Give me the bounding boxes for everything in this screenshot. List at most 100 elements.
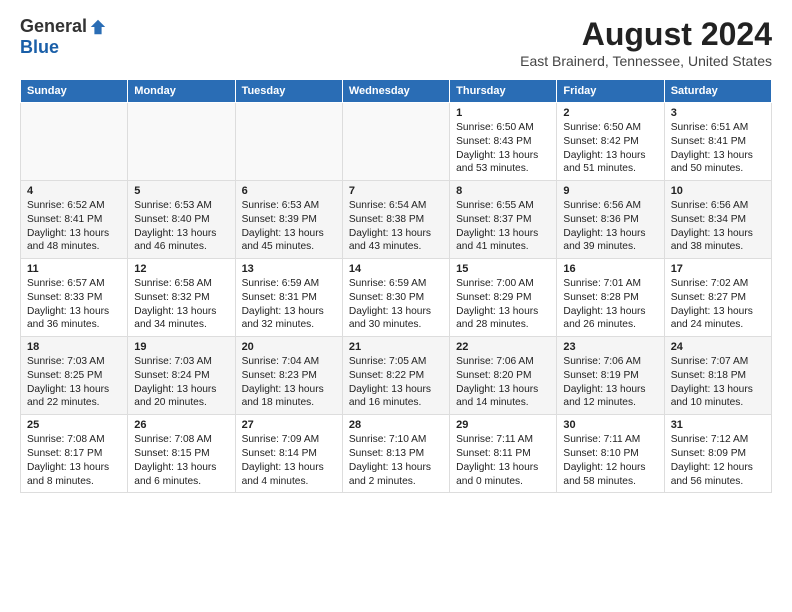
cell-text: Sunrise: 6:54 AM <box>349 199 443 213</box>
calendar-cell: 13Sunrise: 6:59 AMSunset: 8:31 PMDayligh… <box>235 259 342 337</box>
cell-text: Daylight: 12 hours <box>671 461 765 475</box>
cell-text: and 18 minutes. <box>242 396 336 410</box>
page: General Blue August 2024 East Brainerd, … <box>0 0 792 612</box>
cell-text: Daylight: 13 hours <box>456 149 550 163</box>
day-number: 31 <box>671 419 765 431</box>
calendar-cell: 7Sunrise: 6:54 AMSunset: 8:38 PMDaylight… <box>342 181 449 259</box>
cell-text: and 51 minutes. <box>563 162 657 176</box>
cell-text: Sunset: 8:25 PM <box>27 369 121 383</box>
cell-text: Daylight: 13 hours <box>563 149 657 163</box>
calendar-cell: 14Sunrise: 6:59 AMSunset: 8:30 PMDayligh… <box>342 259 449 337</box>
col-thursday: Thursday <box>450 80 557 103</box>
cell-text: Daylight: 13 hours <box>134 383 228 397</box>
cell-text: Sunset: 8:22 PM <box>349 369 443 383</box>
cell-text: Sunset: 8:28 PM <box>563 291 657 305</box>
cell-text: Sunrise: 6:59 AM <box>349 277 443 291</box>
day-number: 20 <box>242 341 336 353</box>
logo-general-text: General <box>20 16 87 37</box>
calendar-cell: 25Sunrise: 7:08 AMSunset: 8:17 PMDayligh… <box>21 415 128 493</box>
calendar-cell: 1Sunrise: 6:50 AMSunset: 8:43 PMDaylight… <box>450 103 557 181</box>
day-number: 19 <box>134 341 228 353</box>
calendar-cell: 9Sunrise: 6:56 AMSunset: 8:36 PMDaylight… <box>557 181 664 259</box>
calendar-cell: 8Sunrise: 6:55 AMSunset: 8:37 PMDaylight… <box>450 181 557 259</box>
calendar-cell: 24Sunrise: 7:07 AMSunset: 8:18 PMDayligh… <box>664 337 771 415</box>
cell-text: Daylight: 13 hours <box>242 227 336 241</box>
cell-text: Daylight: 13 hours <box>134 227 228 241</box>
cell-text: Daylight: 12 hours <box>563 461 657 475</box>
cell-text: Sunrise: 7:03 AM <box>27 355 121 369</box>
cell-text: Daylight: 13 hours <box>349 383 443 397</box>
calendar-cell <box>235 103 342 181</box>
cell-text: Sunset: 8:41 PM <box>671 135 765 149</box>
cell-text: Daylight: 13 hours <box>671 383 765 397</box>
day-number: 13 <box>242 263 336 275</box>
cell-text: and 53 minutes. <box>456 162 550 176</box>
cell-text: and 16 minutes. <box>349 396 443 410</box>
cell-text: Sunrise: 7:10 AM <box>349 433 443 447</box>
cell-text: Sunset: 8:29 PM <box>456 291 550 305</box>
day-number: 30 <box>563 419 657 431</box>
calendar-cell: 11Sunrise: 6:57 AMSunset: 8:33 PMDayligh… <box>21 259 128 337</box>
cell-text: Sunset: 8:42 PM <box>563 135 657 149</box>
cell-text: Daylight: 13 hours <box>242 383 336 397</box>
cell-text: Sunrise: 6:53 AM <box>134 199 228 213</box>
cell-text: Sunrise: 7:12 AM <box>671 433 765 447</box>
cell-text: and 32 minutes. <box>242 318 336 332</box>
cell-text: and 8 minutes. <box>27 475 121 489</box>
cell-text: Daylight: 13 hours <box>563 383 657 397</box>
cell-text: Sunrise: 7:11 AM <box>456 433 550 447</box>
cell-text: Daylight: 13 hours <box>134 305 228 319</box>
cell-text: and 22 minutes. <box>27 396 121 410</box>
calendar-header: Sunday Monday Tuesday Wednesday Thursday… <box>21 80 772 103</box>
day-number: 3 <box>671 107 765 119</box>
cell-text: Sunrise: 6:55 AM <box>456 199 550 213</box>
cell-text: and 0 minutes. <box>456 475 550 489</box>
cell-text: Sunrise: 6:52 AM <box>27 199 121 213</box>
cell-text: and 4 minutes. <box>242 475 336 489</box>
cell-text: and 34 minutes. <box>134 318 228 332</box>
cell-text: and 41 minutes. <box>456 240 550 254</box>
cell-text: Sunset: 8:41 PM <box>27 213 121 227</box>
calendar-cell: 23Sunrise: 7:06 AMSunset: 8:19 PMDayligh… <box>557 337 664 415</box>
cell-text: Sunset: 8:39 PM <box>242 213 336 227</box>
calendar-week-2: 4Sunrise: 6:52 AMSunset: 8:41 PMDaylight… <box>21 181 772 259</box>
calendar-cell: 20Sunrise: 7:04 AMSunset: 8:23 PMDayligh… <box>235 337 342 415</box>
calendar-cell: 15Sunrise: 7:00 AMSunset: 8:29 PMDayligh… <box>450 259 557 337</box>
calendar-cell: 30Sunrise: 7:11 AMSunset: 8:10 PMDayligh… <box>557 415 664 493</box>
cell-text: Sunset: 8:32 PM <box>134 291 228 305</box>
day-number: 12 <box>134 263 228 275</box>
calendar-cell: 6Sunrise: 6:53 AMSunset: 8:39 PMDaylight… <box>235 181 342 259</box>
cell-text: and 30 minutes. <box>349 318 443 332</box>
cell-text: and 12 minutes. <box>563 396 657 410</box>
calendar-cell <box>128 103 235 181</box>
cell-text: Sunset: 8:24 PM <box>134 369 228 383</box>
cell-text: Sunset: 8:19 PM <box>563 369 657 383</box>
cell-text: Sunset: 8:38 PM <box>349 213 443 227</box>
day-number: 25 <box>27 419 121 431</box>
cell-text: and 50 minutes. <box>671 162 765 176</box>
cell-text: Daylight: 13 hours <box>671 227 765 241</box>
cell-text: Sunrise: 6:58 AM <box>134 277 228 291</box>
header-row: Sunday Monday Tuesday Wednesday Thursday… <box>21 80 772 103</box>
cell-text: and 14 minutes. <box>456 396 550 410</box>
main-title: August 2024 <box>520 16 772 53</box>
day-number: 5 <box>134 185 228 197</box>
cell-text: Sunset: 8:18 PM <box>671 369 765 383</box>
cell-text: Daylight: 13 hours <box>563 305 657 319</box>
day-number: 10 <box>671 185 765 197</box>
cell-text: Daylight: 13 hours <box>349 461 443 475</box>
calendar-cell: 21Sunrise: 7:05 AMSunset: 8:22 PMDayligh… <box>342 337 449 415</box>
calendar-cell: 29Sunrise: 7:11 AMSunset: 8:11 PMDayligh… <box>450 415 557 493</box>
logo: General Blue <box>20 16 107 58</box>
cell-text: Sunrise: 7:05 AM <box>349 355 443 369</box>
cell-text: and 56 minutes. <box>671 475 765 489</box>
calendar-cell: 4Sunrise: 6:52 AMSunset: 8:41 PMDaylight… <box>21 181 128 259</box>
calendar-cell <box>342 103 449 181</box>
header: General Blue August 2024 East Brainerd, … <box>20 16 772 69</box>
cell-text: Sunrise: 7:03 AM <box>134 355 228 369</box>
day-number: 24 <box>671 341 765 353</box>
cell-text: Daylight: 13 hours <box>456 305 550 319</box>
cell-text: Sunset: 8:17 PM <box>27 447 121 461</box>
day-number: 2 <box>563 107 657 119</box>
cell-text: and 58 minutes. <box>563 475 657 489</box>
